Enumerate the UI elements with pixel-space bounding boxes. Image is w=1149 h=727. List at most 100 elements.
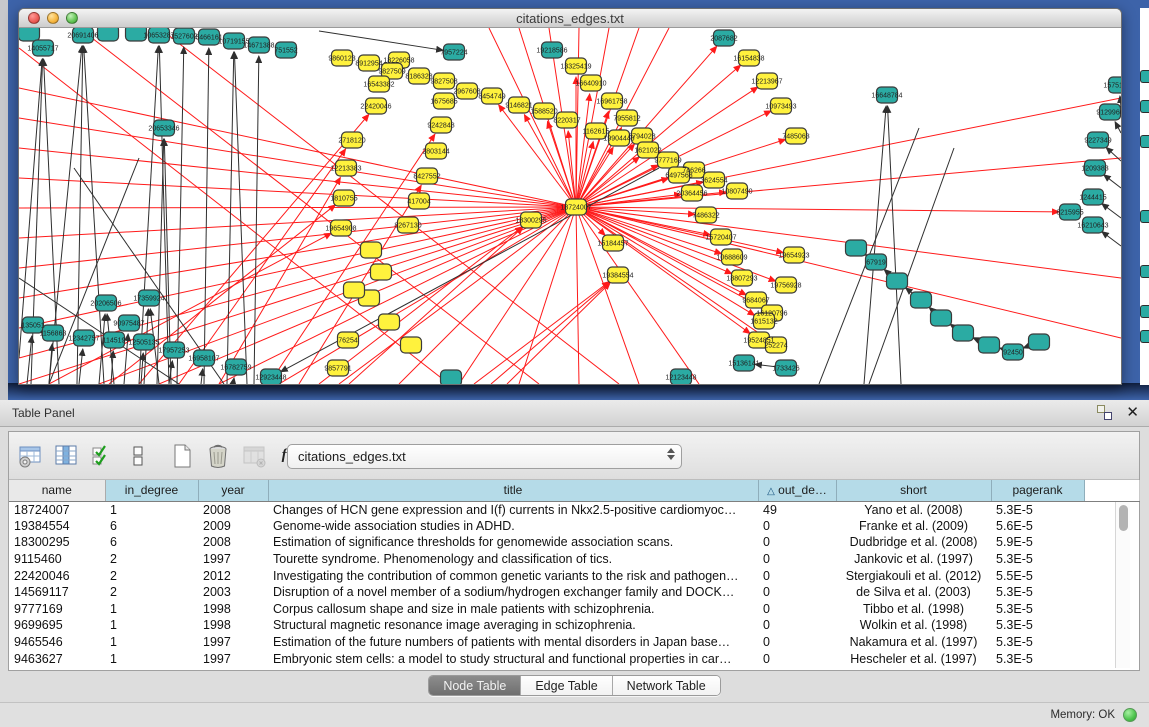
svg-text:16958107: 16958107 xyxy=(188,356,219,363)
table-gear-icon xyxy=(17,443,43,469)
svg-text:16120796: 16120796 xyxy=(756,311,787,318)
svg-text:7486322: 7486322 xyxy=(692,213,719,220)
background-window-fragment xyxy=(1140,8,1149,385)
create-column-button[interactable] xyxy=(167,441,197,471)
window-titlebar[interactable]: citations_edges.txt xyxy=(19,9,1121,28)
memory-status-label: Memory: OK xyxy=(1050,709,1115,721)
tab-node-table[interactable]: Node Table xyxy=(429,676,521,695)
svg-text:9227349: 9227349 xyxy=(1084,138,1111,145)
svg-text:14055717: 14055717 xyxy=(27,46,58,53)
svg-text:10973493: 10973493 xyxy=(765,104,796,111)
svg-text:9857791: 9857791 xyxy=(324,366,351,373)
svg-text:2803144: 2803144 xyxy=(422,149,449,156)
network-canvas[interactable]: 1872400713325419166409101696175879558121… xyxy=(19,28,1121,384)
table-row[interactable]: 977716911998Corpus callosum shape and si… xyxy=(9,601,1139,618)
table-row[interactable]: 2242004622012Investigating the contribut… xyxy=(9,567,1139,584)
svg-text:20691406: 20691406 xyxy=(67,33,98,40)
svg-text:1733426: 1733426 xyxy=(772,366,799,373)
network-view-background: citations_edges.txt 18724007133254191664… xyxy=(0,0,1149,400)
table-row[interactable]: 1872400712008Changes of HCN gene express… xyxy=(9,501,1139,518)
svg-text:1588520: 1588520 xyxy=(530,109,557,116)
svg-text:8912954: 8912954 xyxy=(355,61,382,68)
scrollbar-thumb[interactable] xyxy=(1119,505,1128,531)
float-panel-icon[interactable] xyxy=(1097,405,1112,420)
svg-text:7957224: 7957224 xyxy=(440,50,467,57)
sort-ascending-icon: △ xyxy=(767,486,775,497)
svg-text:18724007: 18724007 xyxy=(560,205,591,212)
svg-text:7955812: 7955812 xyxy=(613,116,640,123)
svg-text:15720407: 15720407 xyxy=(705,235,736,242)
table-container: f(x) citations_edges.txt namein_degreeye… xyxy=(8,431,1140,671)
svg-text:19384554: 19384554 xyxy=(602,273,633,280)
delete-column-button[interactable] xyxy=(203,441,233,471)
svg-text:1162615: 1162615 xyxy=(583,129,610,136)
svg-text:12923448: 12923448 xyxy=(255,375,286,382)
svg-text:2967608: 2967608 xyxy=(453,89,480,96)
trash-icon xyxy=(205,443,231,469)
svg-text:417004: 417004 xyxy=(407,199,430,206)
table-scrollbar[interactable] xyxy=(1115,502,1130,668)
citation-network-graph[interactable]: 1872400713325419166409101696175879558121… xyxy=(19,28,1121,384)
show-columns-button[interactable] xyxy=(51,441,81,471)
svg-text:2718120: 2718120 xyxy=(338,138,365,145)
svg-text:114519: 114519 xyxy=(103,338,126,345)
column-header-name[interactable]: name xyxy=(9,480,105,501)
svg-text:20364456: 20364456 xyxy=(676,191,707,198)
tab-edge-table[interactable]: Edge Table xyxy=(521,676,612,695)
svg-text:18807293: 18807293 xyxy=(726,276,757,283)
table-row[interactable]: 911546021997Tourette syndrome. Phenomeno… xyxy=(9,551,1139,568)
svg-text:22420046: 22420046 xyxy=(360,104,391,111)
window-title: citations_edges.txt xyxy=(19,11,1121,26)
svg-text:10688609: 10688609 xyxy=(716,255,747,262)
column-header-in_degree[interactable]: in_degree xyxy=(105,480,198,501)
table-row[interactable]: 946554611997Estimation of the future num… xyxy=(9,634,1139,651)
svg-text:15184457: 15184457 xyxy=(597,241,628,248)
column-header-pagerank[interactable]: pagerank xyxy=(991,480,1084,501)
svg-text:1527602: 1527602 xyxy=(170,34,197,41)
background-graph-node xyxy=(1140,265,1149,278)
memory-ok-icon[interactable] xyxy=(1123,708,1137,722)
tab-network-table[interactable]: Network Table xyxy=(613,676,720,695)
check-rows-icon xyxy=(89,443,115,469)
table-tabs: Node TableEdge TableNetwork Table xyxy=(0,675,1149,696)
svg-text:8220317: 8220317 xyxy=(553,118,580,125)
svg-text:9684067: 9684067 xyxy=(742,298,769,305)
svg-text:67919: 67919 xyxy=(866,260,886,267)
column-header-title[interactable]: title xyxy=(268,480,758,501)
svg-text:12505135: 12505135 xyxy=(128,340,159,347)
svg-text:12213967: 12213967 xyxy=(751,79,782,86)
network-window: citations_edges.txt 18724007133254191664… xyxy=(18,8,1122,385)
select-rows-button[interactable] xyxy=(87,441,117,471)
table-row[interactable]: 1830029562008Estimation of significance … xyxy=(9,534,1139,551)
delete-table-button[interactable] xyxy=(239,441,269,471)
table-row[interactable]: 969969511998Structural magnetic resonanc… xyxy=(9,617,1139,634)
svg-text:1615132: 1615132 xyxy=(750,319,777,326)
svg-text:1810755: 1810755 xyxy=(330,196,357,203)
svg-text:8186328: 8186328 xyxy=(405,74,432,81)
table-row[interactable]: 1456911722003Disruption of a novel membe… xyxy=(9,584,1139,601)
svg-text:1156863: 1156863 xyxy=(40,331,67,338)
desktop-edge xyxy=(0,0,8,400)
table-row[interactable]: 946362711997Embryonic stem cells: a mode… xyxy=(9,650,1139,667)
table-toolbar: f(x) citations_edges.txt xyxy=(9,432,1139,480)
svg-text:20653346: 20653346 xyxy=(148,126,179,133)
new-document-icon xyxy=(169,443,195,469)
table-panel-body: f(x) citations_edges.txt namein_degreeye… xyxy=(0,427,1149,727)
column-header-filler xyxy=(1084,480,1139,501)
table-header-row: namein_degreeyeartitle△ out_de…shortpage… xyxy=(9,480,1139,501)
table-select-dropdown[interactable]: citations_edges.txt xyxy=(287,444,682,469)
svg-text:12342757: 12342757 xyxy=(68,336,99,343)
svg-text:6794028: 6794028 xyxy=(628,134,655,141)
svg-text:9242848: 9242848 xyxy=(427,123,454,130)
table-row[interactable]: 1938455462009Genome-wide association stu… xyxy=(9,518,1139,535)
table-mode-button[interactable] xyxy=(15,441,45,471)
svg-text:20206506: 20206506 xyxy=(90,301,121,308)
toggle-rows-button[interactable] xyxy=(123,441,153,471)
column-header-year[interactable]: year xyxy=(198,480,268,501)
column-header-out_de[interactable]: △ out_de… xyxy=(758,480,836,501)
svg-text:16961758: 16961758 xyxy=(596,99,627,106)
background-graph-node xyxy=(1140,330,1149,343)
svg-text:9827508: 9827508 xyxy=(430,79,457,86)
column-header-short[interactable]: short xyxy=(836,480,991,501)
close-panel-icon[interactable]: ✕ xyxy=(1126,405,1139,420)
